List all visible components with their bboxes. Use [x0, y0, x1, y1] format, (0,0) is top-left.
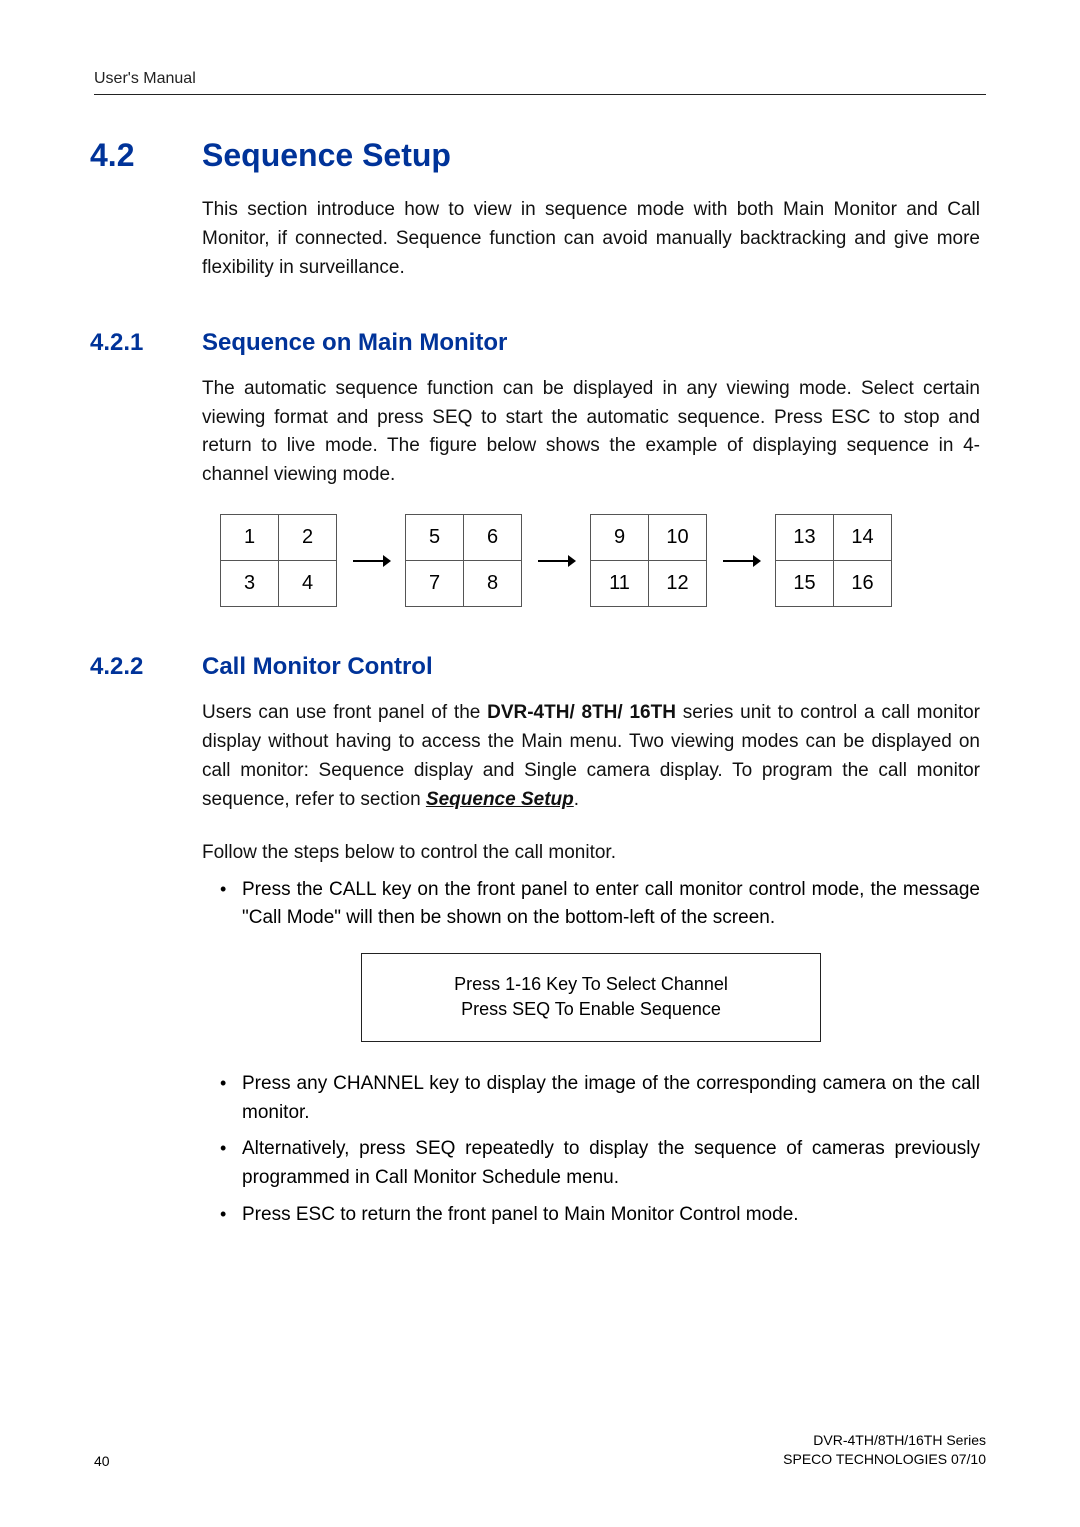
- section-title: Sequence Setup: [202, 137, 451, 174]
- footer-line-2: SPECO TECHNOLOGIES 07/10: [783, 1450, 986, 1469]
- channel-grid-3: 910 1112: [590, 514, 707, 607]
- cell: 3: [221, 561, 279, 607]
- list-item: Alternatively, press SEQ repeatedly to d…: [220, 1135, 980, 1193]
- subsection-number: 4.2.2: [90, 653, 202, 681]
- cell: 9: [591, 515, 649, 561]
- running-header: User's Manual: [94, 70, 986, 95]
- intro-paragraph: This section introduce how to view in se…: [202, 196, 980, 283]
- subsection-number: 4.2.1: [90, 329, 202, 357]
- paragraph: The automatic sequence function can be d…: [202, 375, 980, 491]
- text-span: .: [574, 789, 579, 810]
- arrow-right-icon: [721, 551, 761, 571]
- follow-steps-text: Follow the steps below to control the ca…: [202, 839, 980, 868]
- cell: 8: [464, 561, 522, 607]
- bullet-list: Press any CHANNEL key to display the ima…: [220, 1070, 980, 1230]
- arrow-right-icon: [536, 551, 576, 571]
- paragraph: Users can use front panel of the DVR-4TH…: [202, 699, 980, 815]
- section-4-2-2-body: Users can use front panel of the DVR-4TH…: [202, 699, 980, 1230]
- cell: 12: [649, 561, 707, 607]
- list-item: Press ESC to return the front panel to M…: [220, 1201, 980, 1230]
- section-4-2-1-body: The automatic sequence function can be d…: [202, 375, 980, 608]
- model-name: DVR-4TH/ 8TH/ 16TH: [487, 702, 676, 723]
- message-line-1: Press 1-16 Key To Select Channel: [372, 972, 810, 997]
- subsection-title: Call Monitor Control: [202, 653, 433, 681]
- subsection-heading-4-2-1: 4.2.1 Sequence on Main Monitor: [90, 329, 990, 357]
- cell: 15: [776, 561, 834, 607]
- page: User's Manual 4.2 Sequence Setup This se…: [0, 0, 1080, 1527]
- section-reference: Sequence Setup: [426, 789, 574, 810]
- cell: 16: [834, 561, 892, 607]
- list-item: Press the CALL key on the front panel to…: [220, 876, 980, 934]
- page-footer: 40 DVR-4TH/8TH/16TH Series SPECO TECHNOL…: [94, 1431, 986, 1469]
- cell: 14: [834, 515, 892, 561]
- section-heading-4-2: 4.2 Sequence Setup: [90, 137, 990, 174]
- page-number: 40: [94, 1453, 110, 1469]
- message-line-2: Press SEQ To Enable Sequence: [372, 997, 810, 1022]
- subsection-heading-4-2-2: 4.2.2 Call Monitor Control: [90, 653, 990, 681]
- footer-line-1: DVR-4TH/8TH/16TH Series: [783, 1431, 986, 1450]
- message-box: Press 1-16 Key To Select Channel Press S…: [361, 953, 821, 1041]
- cell: 13: [776, 515, 834, 561]
- channel-grid-2: 56 78: [405, 514, 522, 607]
- cell: 7: [406, 561, 464, 607]
- cell: 1: [221, 515, 279, 561]
- cell: 11: [591, 561, 649, 607]
- arrow-right-icon: [351, 551, 391, 571]
- subsection-title: Sequence on Main Monitor: [202, 329, 507, 357]
- cell: 6: [464, 515, 522, 561]
- text-span: Users can use front panel of the: [202, 702, 487, 723]
- cell: 10: [649, 515, 707, 561]
- bullet-list: Press the CALL key on the front panel to…: [220, 876, 980, 934]
- list-item: Press any CHANNEL key to display the ima…: [220, 1070, 980, 1128]
- sequence-figure: 12 34 56 78 910 1112 1314 1516: [220, 514, 980, 607]
- section-number: 4.2: [90, 137, 202, 174]
- channel-grid-4: 1314 1516: [775, 514, 892, 607]
- section-4-2-body: This section introduce how to view in se…: [202, 196, 980, 283]
- cell: 2: [279, 515, 337, 561]
- cell: 5: [406, 515, 464, 561]
- cell: 4: [279, 561, 337, 607]
- channel-grid-1: 12 34: [220, 514, 337, 607]
- footer-right: DVR-4TH/8TH/16TH Series SPECO TECHNOLOGI…: [783, 1431, 986, 1469]
